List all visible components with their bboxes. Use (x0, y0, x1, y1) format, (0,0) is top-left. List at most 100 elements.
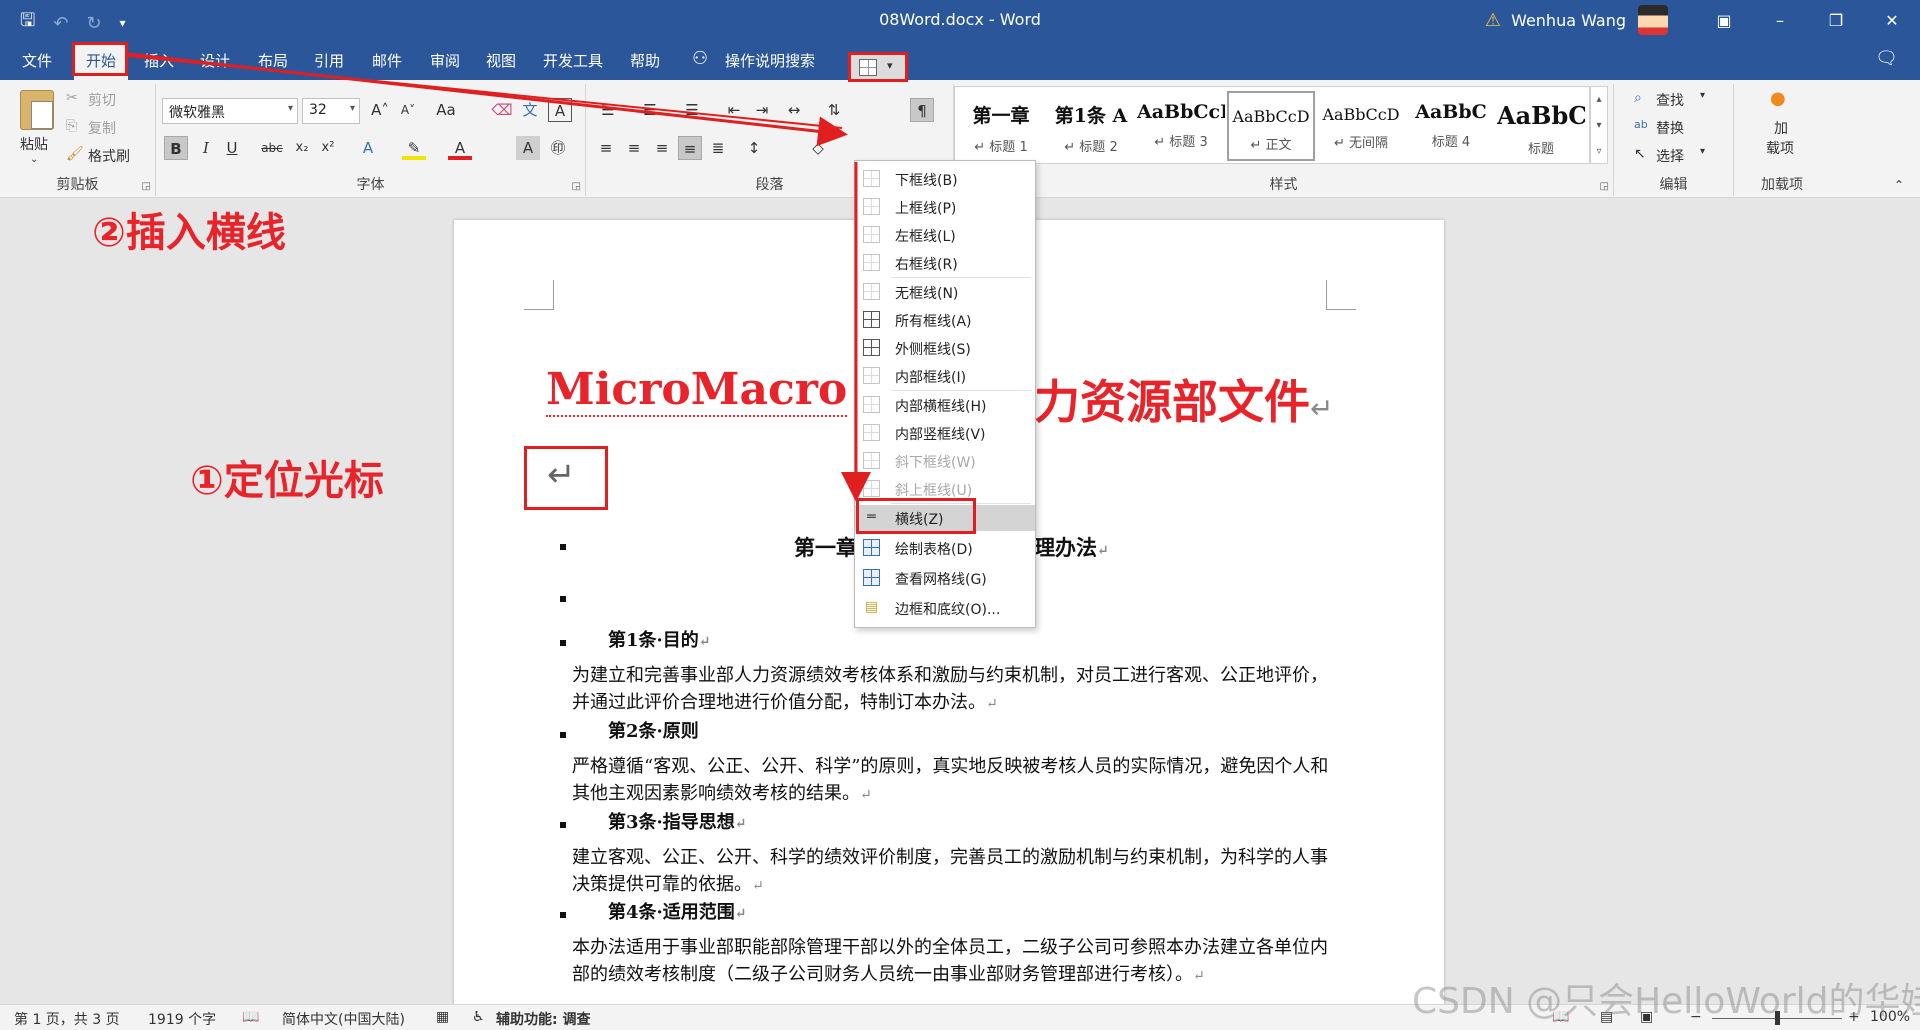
sort-icon[interactable]: ⇅ (822, 98, 846, 122)
word-count[interactable]: 1919 个字 (148, 1009, 216, 1029)
clear-formatting-icon[interactable]: ⌫ (490, 98, 514, 122)
menu-item-bottom-border[interactable]: 下框线(B) (855, 166, 1035, 192)
menu-item-outside-borders[interactable]: 外侧框线(S) (855, 335, 1035, 361)
article-title[interactable]: 第2条·原则 (608, 717, 699, 743)
underline-icon[interactable]: U (220, 136, 244, 160)
proofing-icon[interactable]: 📖 (242, 1009, 259, 1025)
bold-icon[interactable]: B (164, 136, 188, 160)
chevron-down-icon[interactable]: ▾ (350, 103, 355, 114)
tab-design[interactable]: 设计 (200, 50, 230, 71)
accessibility-status[interactable]: 辅助功能: 调查 (496, 1009, 590, 1029)
addins-icon[interactable]: ● (1770, 88, 1786, 109)
chevron-down-icon[interactable]: ▾ (1700, 146, 1705, 157)
styles-gallery-scroll[interactable]: ▴ ▾ ▿ (1590, 86, 1608, 164)
menu-item-inside-vertical-border[interactable]: 内部竖框线(V) (855, 420, 1035, 446)
menu-item-borders-and-shading[interactable]: ▤ 边框和底纹(O)... (855, 595, 1035, 621)
show-formatting-marks-icon[interactable]: ¶ (910, 98, 934, 122)
borders-button[interactable]: ▾ (848, 52, 908, 82)
search-icon[interactable]: ⌕ (1634, 90, 1642, 106)
menu-item-all-borders[interactable]: 所有框线(A) (855, 307, 1035, 333)
justify-icon[interactable]: ≡ (678, 136, 702, 160)
decrease-indent-icon[interactable]: ⇤ (722, 98, 746, 122)
line-spacing-icon[interactable]: ↕ (742, 136, 766, 160)
article-title[interactable]: 第3条·指导思想↵ (608, 808, 747, 834)
character-shading-icon[interactable]: A (516, 136, 540, 160)
language-status[interactable]: 简体中文(中国大陆) (282, 1009, 405, 1029)
enclose-characters-icon[interactable]: ㊞ (546, 136, 570, 160)
align-left-icon[interactable]: ≡ (594, 136, 618, 160)
change-case-button[interactable]: Aa (434, 98, 458, 122)
warning-icon[interactable]: ⚠ (1485, 10, 1501, 31)
font-name-box[interactable]: 微软雅黑 ▾ (162, 98, 298, 124)
italic-icon[interactable]: I (194, 136, 218, 160)
document-heading[interactable]: MicroMacro (546, 364, 848, 417)
phonetic-guide-icon[interactable]: 文 (518, 98, 542, 122)
lightbulb-icon[interactable]: ⚇ (692, 48, 708, 69)
article-title[interactable]: 第4条·适用范围↵ (608, 898, 747, 924)
align-center-icon[interactable]: ≡ (622, 136, 646, 160)
paste-icon[interactable] (20, 90, 54, 130)
menu-item-no-border[interactable]: 无框线(N) (855, 279, 1035, 305)
chevron-down-icon[interactable]: ▾ (288, 103, 293, 114)
more-icon[interactable]: ▿ (1591, 139, 1607, 165)
shading-icon[interactable]: ◇ (806, 136, 830, 160)
style-heading-2[interactable]: 第1条 A ↵ 标题 2 (1047, 91, 1135, 161)
menu-item-view-gridlines[interactable]: 查看网格线(G) (855, 565, 1035, 591)
collapse-ribbon-icon[interactable]: ⌃ (1894, 178, 1904, 192)
font-color-icon[interactable]: A (448, 136, 472, 160)
subscript-icon[interactable]: x₂ (290, 136, 314, 160)
article-body[interactable]: 严格遵循“客观、公正、公开、科学”的原则，真实地反映被考核人员的实际情况，避免因… (572, 753, 1342, 809)
document-heading-rest[interactable]: 力资源部文件↵ (1034, 366, 1333, 432)
article-body[interactable]: 建立客观、公正、公开、科学的绩效评价制度，完善员工的激励机制与约束机制，为科学的… (572, 844, 1342, 900)
tab-help[interactable]: 帮助 (630, 50, 660, 71)
find-button[interactable]: 查找 (1656, 90, 1684, 110)
multilevel-list-icon[interactable]: ☰ (680, 98, 704, 122)
menu-item-inside-borders[interactable]: 内部框线(I) (855, 363, 1035, 389)
menu-item-diagonal-down-border[interactable]: 斜下框线(W) (855, 448, 1035, 474)
addins-button-line2[interactable]: 载项 (1766, 138, 1794, 158)
tab-review[interactable]: 审阅 (430, 50, 460, 71)
tell-me-search[interactable]: 操作说明搜索 (725, 50, 815, 71)
menu-item-right-border[interactable]: 右框线(R) (855, 250, 1035, 276)
menu-item-left-border[interactable]: 左框线(L) (855, 222, 1035, 248)
style-title[interactable]: AaBbC 标题 (1497, 91, 1585, 161)
article-body[interactable]: 为建立和完善事业部人力资源绩效考核体系和激励与约束机制，对员工进行客观、公正地评… (572, 662, 1342, 718)
style-heading-3[interactable]: AaBbCcI ↵ 标题 3 (1137, 91, 1225, 161)
cut-icon[interactable]: ✂ (66, 90, 78, 106)
comments-icon[interactable]: 🗨 (1875, 48, 1898, 69)
select-button[interactable]: 选择 (1656, 146, 1684, 166)
dialog-launcher-icon[interactable]: ◲ (142, 181, 151, 192)
shrink-font-icon[interactable]: A˅ (396, 98, 420, 122)
dialog-launcher-icon[interactable]: ◲ (572, 181, 581, 192)
page-count[interactable]: 第 1 页，共 3 页 (14, 1009, 120, 1029)
copy-icon[interactable]: ⎘ (66, 118, 77, 134)
copy-button[interactable]: 复制 (88, 118, 116, 138)
format-painter-button[interactable]: 格式刷 (88, 146, 130, 166)
menu-item-draw-table[interactable]: 绘制表格(D) (855, 535, 1035, 561)
character-border-icon[interactable]: A (548, 98, 572, 122)
accessibility-icon[interactable]: ♿ (472, 1009, 485, 1025)
tab-view[interactable]: 视图 (486, 50, 516, 71)
minimize-icon[interactable]: – (1752, 11, 1808, 30)
chapter-heading-rest[interactable]: 理办法↵ (1034, 532, 1109, 562)
style-heading-1[interactable]: 第一章 ↵ 标题 1 (957, 91, 1045, 161)
avatar[interactable] (1638, 5, 1668, 35)
tab-references[interactable]: 引用 (314, 50, 344, 71)
tab-developer[interactable]: 开发工具 (543, 50, 603, 71)
user-name[interactable]: Wenhua Wang (1511, 11, 1626, 30)
select-icon[interactable]: ↖ (1634, 146, 1646, 162)
chevron-down-icon[interactable]: ▾ (1700, 90, 1705, 101)
chevron-down-icon[interactable]: ▾ (887, 59, 893, 72)
font-size-box[interactable]: 32 ▾ (302, 98, 360, 124)
increase-indent-icon[interactable]: ⇥ (750, 98, 774, 122)
addins-button-line1[interactable]: 加 (1774, 118, 1788, 138)
replace-icon[interactable]: ab (1634, 118, 1648, 131)
cut-button[interactable]: 剪切 (88, 90, 116, 110)
dialog-launcher-icon[interactable]: ◲ (1600, 181, 1609, 192)
tab-mailings[interactable]: 邮件 (372, 50, 402, 71)
tab-file[interactable]: 文件 (22, 50, 52, 71)
bullets-icon[interactable]: ☰ (596, 98, 620, 122)
style-no-spacing[interactable]: AaBbCcD ↵ 无间隔 (1317, 91, 1405, 161)
article-body[interactable]: 本办法适用于事业部职能部除管理干部以外的全体员工，二级子公司可参照本办法建立各单… (572, 934, 1342, 990)
chevron-down-icon[interactable]: ⌄ (30, 154, 38, 165)
